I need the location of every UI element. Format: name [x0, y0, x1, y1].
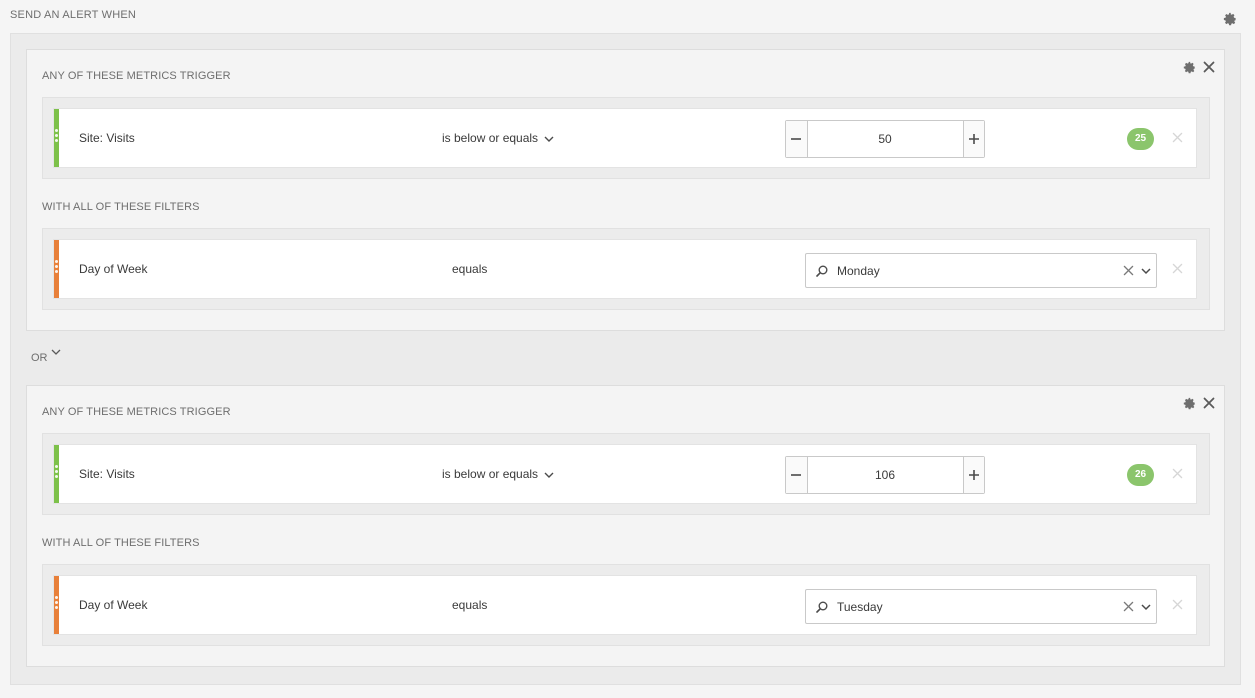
filters-well: Day of Week equals Tuesday [42, 564, 1210, 646]
threshold-stepper [785, 120, 985, 158]
filters-section-label: WITH ALL OF THESE FILTERS [42, 537, 200, 549]
clear-icon[interactable] [1123, 265, 1134, 276]
operator-dropdown[interactable]: is below or equals [442, 131, 554, 145]
filter-value: Tuesday [837, 600, 883, 614]
plus-icon [968, 470, 979, 480]
metrics-section-label: ANY OF THESE METRICS TRIGGER [42, 70, 231, 82]
increment-button[interactable] [962, 121, 984, 157]
chevron-down-icon [544, 472, 554, 478]
condition-group: ANY OF THESE METRICS TRIGGER Site: Visit… [26, 385, 1225, 667]
metrics-section-label: ANY OF THESE METRICS TRIGGER [42, 406, 231, 418]
filter-value-select[interactable]: Monday [805, 253, 1157, 288]
metric-row: Site: Visits is below or equals 25 [53, 108, 1197, 168]
drag-handle-icon[interactable] [55, 260, 58, 278]
condition-group: ANY OF THESE METRICS TRIGGER Site: Visit… [26, 49, 1225, 331]
gear-icon[interactable] [1183, 61, 1196, 74]
drag-handle-icon[interactable] [55, 465, 58, 483]
filter-row: Day of Week equals Monday [53, 239, 1197, 299]
metric-name: Site: Visits [79, 467, 135, 481]
filters-section-label: WITH ALL OF THESE FILTERS [42, 201, 200, 213]
gear-icon[interactable] [1223, 12, 1237, 26]
metrics-well: Site: Visits is below or equals 25 [42, 97, 1210, 179]
page-title: SEND AN ALERT WHEN [10, 9, 137, 21]
chevron-down-icon[interactable] [51, 348, 61, 356]
gear-icon[interactable] [1183, 397, 1196, 410]
plus-icon [968, 134, 979, 144]
count-badge: 25 [1127, 128, 1154, 150]
count-badge: 26 [1127, 464, 1154, 486]
remove-icon[interactable] [1172, 132, 1183, 143]
filter-operator: equals [452, 262, 488, 276]
filter-name: Day of Week [79, 262, 148, 276]
search-icon [816, 265, 828, 277]
search-icon [816, 601, 828, 613]
filter-row: Day of Week equals Tuesday [53, 575, 1197, 635]
decrement-button[interactable] [786, 457, 808, 493]
threshold-input[interactable] [807, 121, 963, 157]
clear-icon[interactable] [1123, 601, 1134, 612]
decrement-button[interactable] [786, 121, 808, 157]
close-icon[interactable] [1203, 397, 1215, 409]
filter-operator: equals [452, 598, 488, 612]
close-icon[interactable] [1203, 61, 1215, 73]
metrics-well: Site: Visits is below or equals 26 [42, 433, 1210, 515]
remove-icon[interactable] [1172, 468, 1183, 479]
filter-name: Day of Week [79, 598, 148, 612]
filter-value: Monday [837, 264, 880, 278]
chevron-down-icon[interactable] [1141, 603, 1151, 611]
remove-icon[interactable] [1172, 263, 1183, 274]
drag-handle-icon[interactable] [55, 129, 58, 147]
minus-icon [791, 474, 802, 476]
operator-label: is below or equals [442, 467, 539, 481]
threshold-stepper [785, 456, 985, 494]
chevron-down-icon [544, 136, 554, 142]
metric-name: Site: Visits [79, 131, 135, 145]
threshold-input[interactable] [807, 457, 963, 493]
filter-value-select[interactable]: Tuesday [805, 589, 1157, 624]
or-connector-label[interactable]: OR [31, 352, 48, 364]
increment-button[interactable] [962, 457, 984, 493]
metric-row: Site: Visits is below or equals 26 [53, 444, 1197, 504]
chevron-down-icon[interactable] [1141, 267, 1151, 275]
operator-dropdown[interactable]: is below or equals [442, 467, 554, 481]
drag-handle-icon[interactable] [55, 596, 58, 614]
minus-icon [791, 138, 802, 140]
filters-well: Day of Week equals Monday [42, 228, 1210, 310]
remove-icon[interactable] [1172, 599, 1183, 610]
operator-label: is below or equals [442, 131, 539, 145]
